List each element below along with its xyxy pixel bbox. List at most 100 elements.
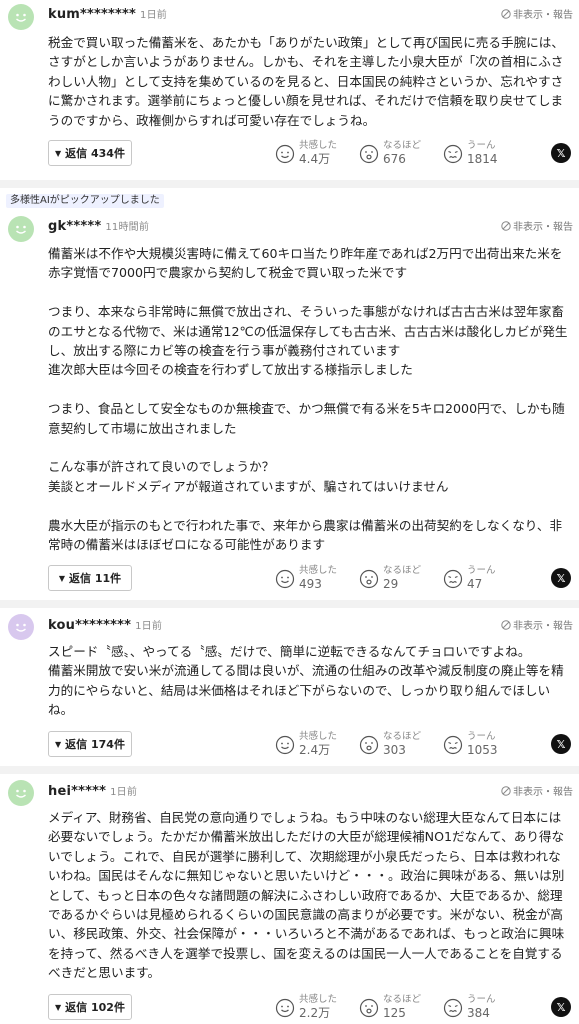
hide-report-icon <box>501 8 511 19</box>
username[interactable]: kou******** 1日前 <box>48 617 162 633</box>
report-link[interactable]: 非表示・報告 <box>501 218 573 233</box>
smile-face-icon <box>275 998 295 1018</box>
report-label: 非表示・報告 <box>513 222 573 233</box>
x-share-icon[interactable]: 𝕏 <box>551 568 571 588</box>
username[interactable]: gk***** 11時間前 <box>48 218 149 234</box>
report-label: 非表示・報告 <box>513 10 573 21</box>
hmm-button[interactable]: うーん 1814 <box>443 140 523 167</box>
report-link[interactable]: 非表示・報告 <box>501 617 573 632</box>
surprised-face-icon <box>359 998 379 1018</box>
username[interactable]: hei***** 1日前 <box>48 783 137 799</box>
reply-label: 返信 174件 <box>65 738 125 751</box>
username-text: gk***** <box>48 219 102 234</box>
hmm-count: 384 <box>467 1006 490 1020</box>
surprised-face-icon <box>359 735 379 755</box>
reply-button[interactable]: ▼ 返信 102件 <box>48 994 132 1020</box>
empathy-count: 2.4万 <box>299 743 331 757</box>
username-text: kum******** <box>48 7 137 22</box>
report-label: 非表示・報告 <box>513 787 573 798</box>
troubled-face-icon <box>443 735 463 755</box>
insight-label: なるほど <box>383 731 422 742</box>
reaction-group: 共感した 2.2万 なるほど 125 うーん 384 <box>275 994 523 1021</box>
caret-down-icon: ▼ <box>55 148 62 158</box>
x-share-icon[interactable]: 𝕏 <box>551 997 571 1017</box>
troubled-face-icon <box>443 569 463 589</box>
empathy-button[interactable]: 共感した 493 <box>275 565 355 592</box>
smile-face-icon <box>275 735 295 755</box>
surprised-face-icon <box>359 144 379 164</box>
empathy-button[interactable]: 共感した 2.2万 <box>275 994 355 1021</box>
pick-badge: 多様性AIがピックアップしました <box>6 194 164 208</box>
comment-time: 1日前 <box>135 621 163 632</box>
insight-button[interactable]: なるほど 29 <box>359 565 439 592</box>
hmm-button[interactable]: うーん 384 <box>443 994 523 1021</box>
insight-count: 303 <box>383 743 406 757</box>
insight-count: 29 <box>383 577 399 591</box>
reply-label: 返信 434件 <box>65 147 125 160</box>
comment: kou******** 1日前 非表示・報告 スピード〝感〟、やってる〝感〟だけで… <box>0 608 579 768</box>
surprised-face-icon <box>359 569 379 589</box>
username[interactable]: kum******** 1日前 <box>48 6 167 22</box>
hmm-label: うーん <box>467 565 496 576</box>
comment-time: 11時間前 <box>105 222 150 233</box>
empathy-button[interactable]: 共感した 2.4万 <box>275 731 355 758</box>
hmm-label: うーん <box>467 731 496 742</box>
hide-report-icon <box>501 785 511 796</box>
caret-down-icon: ▼ <box>55 739 62 749</box>
reaction-group: 共感した 2.4万 なるほど 303 うーん 1053 <box>275 731 523 758</box>
x-share-icon[interactable]: 𝕏 <box>551 143 571 163</box>
insight-button[interactable]: なるほど 125 <box>359 994 439 1021</box>
divider <box>0 180 579 188</box>
comment-body: 税金で買い取った備蓄米を、あたかも「ありがたい政策」として再び国民に売る手腕には… <box>48 35 564 128</box>
empathy-button[interactable]: 共感した 4.4万 <box>275 140 355 167</box>
empathy-count: 4.4万 <box>299 152 331 166</box>
hide-report-icon <box>501 220 511 231</box>
hmm-count: 47 <box>467 577 483 591</box>
smile-face-icon <box>275 569 295 589</box>
comment-body: 備蓄米は不作や大規模災害時に備えて60キロ当たり昨年産であれば2万円で出荷出来た… <box>48 246 568 553</box>
insight-count: 676 <box>383 152 406 166</box>
reply-button[interactable]: ▼ 返信 434件 <box>48 140 132 166</box>
comment: 多様性AIがピックアップしました gk***** 11時間前 非表示・報告 備蓄米… <box>0 188 579 598</box>
report-link[interactable]: 非表示・報告 <box>501 783 573 798</box>
avatar-icon[interactable] <box>8 4 34 30</box>
reply-label: 返信 11件 <box>69 572 122 585</box>
comment: kum******** 1日前 非表示・報告 税金で買い取った備蓄米を、あたかも「… <box>0 0 579 172</box>
username-text: hei***** <box>48 784 107 799</box>
comment-body: スピード〝感〟、やってる〝感〟だけで、簡単に逆転できるなんてチョロいですよね。 … <box>48 644 564 718</box>
divider <box>0 766 579 774</box>
avatar-icon[interactable] <box>8 780 34 806</box>
reply-button[interactable]: ▼ 返信 11件 <box>48 565 132 591</box>
comment-time: 1日前 <box>140 10 168 21</box>
troubled-face-icon <box>443 144 463 164</box>
reply-button[interactable]: ▼ 返信 174件 <box>48 731 132 757</box>
report-link[interactable]: 非表示・報告 <box>501 6 573 21</box>
hmm-count: 1053 <box>467 743 498 757</box>
insight-button[interactable]: なるほど 676 <box>359 140 439 167</box>
reply-label: 返信 102件 <box>65 1001 125 1014</box>
hmm-button[interactable]: うーん 47 <box>443 565 523 592</box>
insight-count: 125 <box>383 1006 406 1020</box>
comment: hei***** 1日前 非表示・報告 メディア、財務省、自民党の意向通りでしょう… <box>0 774 579 1024</box>
report-label: 非表示・報告 <box>513 621 573 632</box>
reaction-group: 共感した 493 なるほど 29 うーん 47 <box>275 565 523 592</box>
smile-face-icon <box>275 144 295 164</box>
x-share-icon[interactable]: 𝕏 <box>551 734 571 754</box>
caret-down-icon: ▼ <box>55 1002 62 1012</box>
reaction-group: 共感した 4.4万 なるほど 676 うーん 1814 <box>275 140 523 167</box>
divider <box>0 600 579 608</box>
troubled-face-icon <box>443 998 463 1018</box>
empathy-count: 493 <box>299 577 322 591</box>
hmm-button[interactable]: うーん 1053 <box>443 731 523 758</box>
insight-label: なるほど <box>383 565 422 576</box>
avatar-icon[interactable] <box>8 614 34 640</box>
comment-body: メディア、財務省、自民党の意向通りでしょうね。もう中味のない総理大臣なんて日本に… <box>48 810 565 981</box>
comment-time: 1日前 <box>110 787 138 798</box>
hmm-label: うーん <box>467 994 496 1005</box>
insight-label: なるほど <box>383 140 422 151</box>
hmm-label: うーん <box>467 140 496 151</box>
avatar-icon[interactable] <box>8 216 34 242</box>
insight-button[interactable]: なるほど 303 <box>359 731 439 758</box>
empathy-label: 共感した <box>299 565 338 576</box>
hide-report-icon <box>501 619 511 630</box>
